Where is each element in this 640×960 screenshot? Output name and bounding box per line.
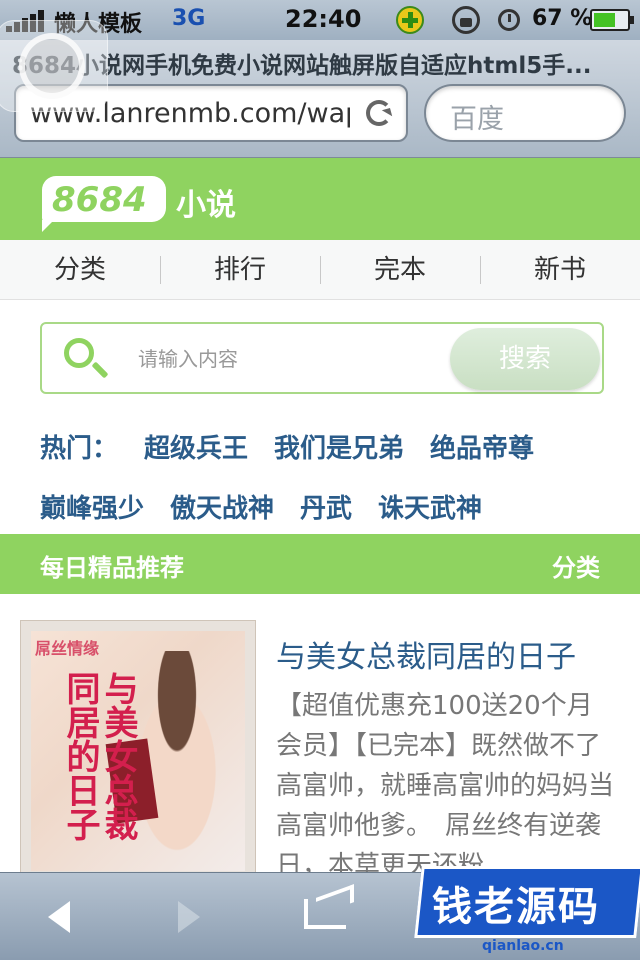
logo-number: 8684 bbox=[52, 180, 147, 220]
hot-label: 热门： bbox=[40, 434, 119, 464]
nav-item-ranking[interactable]: 排行 bbox=[160, 240, 320, 300]
hot-keyword[interactable]: 傲天战神 bbox=[170, 494, 274, 524]
nav-item-category[interactable]: 分类 bbox=[0, 240, 160, 300]
back-icon[interactable] bbox=[48, 901, 70, 933]
rotation-lock-icon bbox=[452, 6, 480, 34]
reload-icon[interactable] bbox=[366, 100, 392, 126]
share-icon[interactable] bbox=[304, 899, 346, 929]
clock: 22:40 bbox=[285, 5, 362, 33]
plus-icon bbox=[396, 6, 424, 34]
watermark-url: qianlao.cn bbox=[482, 938, 564, 954]
logo-text: 小说 bbox=[176, 188, 236, 223]
hot-keyword[interactable]: 诛天武神 bbox=[378, 494, 482, 524]
network-type: 3G bbox=[172, 6, 206, 31]
cover-title: 与美女总裁同居的日子 bbox=[60, 671, 138, 841]
assistive-touch-button[interactable] bbox=[0, 20, 108, 112]
search-input[interactable] bbox=[138, 342, 438, 376]
browser-search-placeholder: 百度 bbox=[450, 104, 504, 135]
battery-icon bbox=[590, 9, 634, 31]
hot-keywords-row-2: 巅峰强少 傲天战神 丹武 诛天武神 bbox=[40, 488, 508, 525]
hot-keyword[interactable]: 巅峰强少 bbox=[40, 494, 144, 524]
watermark-text: 钱老源码 bbox=[432, 884, 600, 930]
hot-keyword[interactable]: 丹武 bbox=[300, 494, 352, 524]
recommend-category-link[interactable]: 分类 bbox=[552, 548, 600, 583]
alarm-icon bbox=[498, 9, 520, 31]
browser-search-field[interactable]: 百度 bbox=[424, 84, 626, 142]
book-title[interactable]: 与美女总裁同居的日子 bbox=[276, 632, 576, 676]
book-description: 【超值优惠充100送20个月会员】【已完本】既然做不了高富帅，就睡高富帅的妈妈当… bbox=[276, 691, 615, 876]
search-icon bbox=[64, 338, 94, 368]
site-header: 8684 小说 bbox=[0, 158, 640, 240]
search-button[interactable]: 搜索 bbox=[450, 328, 600, 390]
hot-keyword[interactable]: 超级兵王 bbox=[144, 434, 248, 464]
main-nav: 分类 排行 完本 新书 bbox=[0, 240, 640, 300]
book-cover[interactable]: 屌丝情缘 与美女总裁同居的日子 bbox=[20, 620, 256, 880]
logo[interactable]: 8684 bbox=[42, 176, 166, 232]
forward-icon[interactable] bbox=[178, 901, 200, 933]
hot-keyword[interactable]: 我们是兄弟 bbox=[274, 434, 404, 464]
nav-item-completed[interactable]: 完本 bbox=[320, 240, 480, 300]
site-search: 搜索 bbox=[40, 322, 604, 394]
watermark: 钱老源码 qianlao.cn bbox=[414, 858, 640, 960]
nav-item-new-books[interactable]: 新书 bbox=[480, 240, 640, 300]
recommend-title: 每日精品推荐 bbox=[40, 554, 184, 582]
battery-percent: 67 % bbox=[532, 6, 593, 31]
hot-keyword[interactable]: 绝品帝尊 bbox=[430, 434, 534, 464]
recommend-section-header: 每日精品推荐 分类 bbox=[0, 534, 640, 594]
cover-tag: 屌丝情缘 bbox=[35, 639, 100, 658]
hot-keywords-row-1: 热门： 超级兵王 我们是兄弟 绝品帝尊 bbox=[40, 428, 560, 465]
